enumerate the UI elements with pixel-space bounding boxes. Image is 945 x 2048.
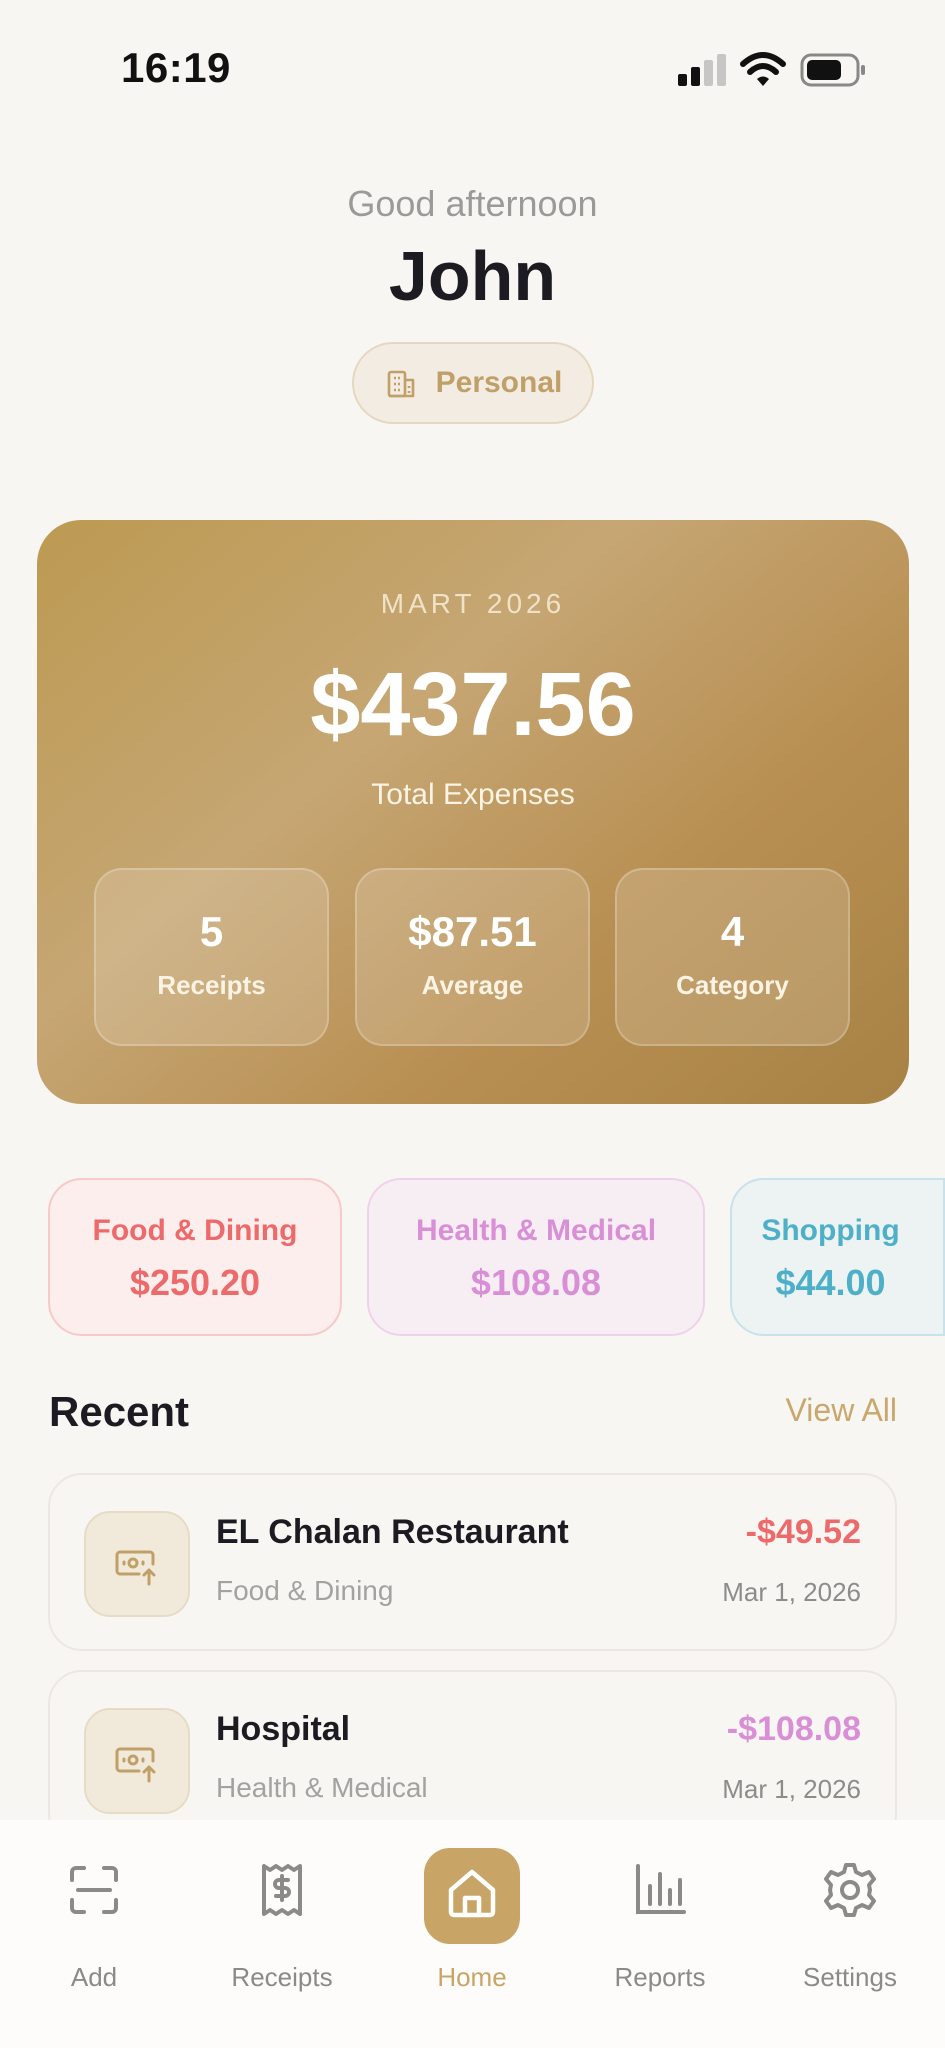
transaction-date: Mar 1, 2026	[722, 1774, 861, 1804]
tab-label: Add	[70, 1962, 118, 1992]
receipt-icon	[262, 1864, 302, 1916]
transaction-icon-box	[84, 1708, 190, 1814]
building-icon	[387, 370, 414, 398]
account-switcher-button[interactable]: Personal	[352, 342, 594, 424]
gear-icon	[824, 1863, 876, 1917]
transaction-date: Mar 1, 2026	[722, 1577, 861, 1607]
transaction-amount: -$108.08	[726, 1710, 861, 1748]
recent-section-title: Recent	[49, 1388, 190, 1435]
category-chip-health[interactable]: Health & Medical $108.08	[367, 1178, 705, 1336]
category-name: Health & Medical	[415, 1214, 657, 1247]
summary-month: MART 2026	[380, 588, 566, 619]
stat-average: $87.51 Average	[355, 868, 590, 1046]
account-label: Personal	[435, 366, 563, 399]
stat-value: 4	[720, 908, 745, 955]
tab-label: Home	[437, 1962, 507, 1992]
tab-label: Settings	[803, 1962, 897, 1992]
stat-value: 5	[199, 908, 224, 955]
status-time: 16:19	[121, 44, 231, 91]
category-name: Shopping	[761, 1214, 900, 1247]
bar-chart-icon	[636, 1864, 686, 1914]
total-expenses-label: Total Expenses	[371, 778, 575, 811]
tab-add[interactable]: Add	[14, 1820, 174, 2048]
battery-icon	[800, 53, 865, 87]
user-name: John	[388, 237, 557, 315]
home-icon	[448, 1869, 496, 1918]
category-amount: $44.00	[775, 1262, 886, 1303]
scan-icon	[70, 1866, 118, 1914]
stat-label: Receipts	[157, 970, 266, 1000]
monthly-summary-card: MART 2026 $437.56 Total Expenses 5 Recei…	[37, 520, 909, 1104]
category-chip-food[interactable]: Food & Dining $250.20	[48, 1178, 342, 1336]
status-bar: 16:19	[0, 0, 945, 140]
stat-label: Average	[421, 970, 524, 1000]
transaction-category: Health & Medical	[216, 1772, 428, 1803]
transaction-amount: -$49.52	[745, 1513, 861, 1551]
stat-value: $87.51	[408, 908, 537, 955]
tab-home[interactable]: Home	[392, 1820, 552, 2048]
tab-label: Receipts	[231, 1962, 333, 1992]
money-upload-icon	[115, 1550, 156, 1586]
tab-bar: Add Receipts Home Reports Settings	[0, 1820, 945, 2048]
tab-receipts[interactable]: Receipts	[202, 1820, 362, 2048]
transaction-category: Food & Dining	[216, 1575, 394, 1606]
tab-reports[interactable]: Reports	[580, 1820, 740, 2048]
category-name: Food & Dining	[92, 1214, 298, 1247]
tab-label: Reports	[614, 1962, 706, 1992]
total-expenses-value: $437.56	[310, 655, 636, 755]
view-all-link[interactable]: View All	[786, 1392, 897, 1429]
money-upload-icon	[115, 1747, 156, 1783]
transaction-merchant: Hospital	[216, 1710, 351, 1748]
transaction-row[interactable]: EL Chalan Restaurant Food & Dining -$49.…	[48, 1473, 897, 1651]
stat-category: 4 Category	[615, 868, 850, 1046]
greeting-text: Good afternoon	[347, 183, 598, 224]
transaction-merchant: EL Chalan Restaurant	[216, 1513, 569, 1551]
category-amount: $250.20	[129, 1262, 261, 1303]
category-chip-shopping[interactable]: Shopping $44.00	[730, 1178, 945, 1336]
transaction-icon-box	[84, 1511, 190, 1617]
tab-settings[interactable]: Settings	[770, 1820, 930, 2048]
wifi-icon	[740, 52, 786, 86]
category-amount: $108.08	[470, 1262, 602, 1303]
stat-receipts: 5 Receipts	[94, 868, 329, 1046]
stat-label: Category	[676, 970, 789, 1000]
signal-icon	[678, 54, 726, 86]
